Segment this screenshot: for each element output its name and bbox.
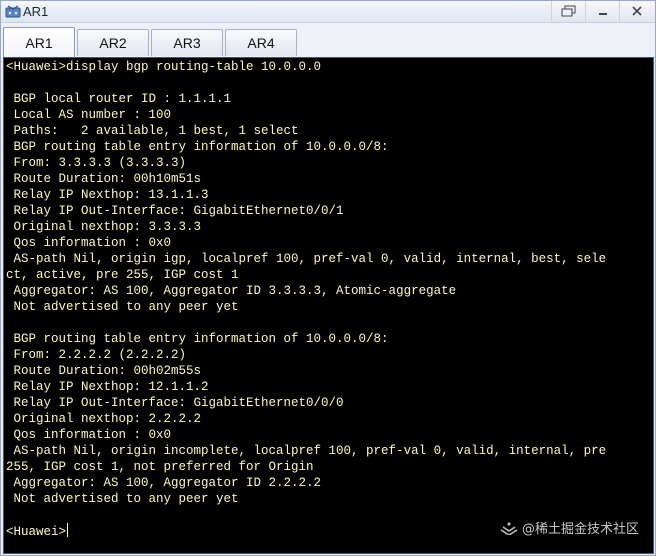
terminal-line: BGP routing table entry information of 1… (6, 332, 389, 346)
terminal-line: Relay IP Nexthop: 13.1.1.3 (6, 188, 209, 202)
text-cursor (67, 523, 69, 537)
terminal-line: Not advertised to any peer yet (6, 300, 239, 314)
tab-ar1[interactable]: AR1 (3, 27, 75, 57)
title-bar[interactable]: AR1 (1, 1, 655, 23)
restore-button[interactable] (551, 1, 585, 21)
terminal-line: Qos information : 0x0 (6, 236, 172, 250)
terminal-line: <Huawei>display bgp routing-table 10.0.0… (6, 60, 322, 74)
terminal-line: Relay IP Out-Interface: GigabitEthernet0… (6, 204, 344, 218)
close-button[interactable] (619, 1, 653, 21)
minimize-icon (598, 13, 607, 15)
terminal-line: ct, active, pre 255, IGP cost 1 (6, 268, 239, 282)
terminal-line: Paths: 2 available, 1 best, 1 select (6, 124, 299, 138)
watermark-text: @稀土掘金技术社区 (521, 522, 639, 537)
prompt-text: <Huawei> (6, 525, 67, 539)
tab-label: AR4 (247, 35, 275, 51)
terminal-line: 255, IGP cost 1, not preferred for Origi… (6, 460, 314, 474)
tab-ar3[interactable]: AR3 (151, 29, 223, 56)
terminal-console[interactable]: <Huawei>display bgp routing-table 10.0.0… (3, 57, 654, 554)
terminal-line: AS-path Nil, origin incomplete, localpre… (6, 444, 607, 458)
terminal-line: Original nexthop: 3.3.3.3 (6, 220, 202, 234)
window-controls (551, 1, 653, 21)
terminal-line: Relay IP Out-Interface: GigabitEthernet0… (6, 396, 344, 410)
terminal-line: Not advertised to any peer yet (6, 492, 239, 506)
router-app-icon (5, 5, 21, 18)
minimize-button[interactable] (585, 1, 619, 21)
tab-label: AR3 (173, 35, 201, 51)
terminal-line: From: 3.3.3.3 (3.3.3.3) (6, 156, 187, 170)
tab-ar2[interactable]: AR2 (77, 29, 149, 56)
close-icon (631, 6, 642, 16)
restore-icon (561, 5, 575, 17)
terminal-line: Aggregator: AS 100, Aggregator ID 2.2.2.… (6, 476, 322, 490)
terminal-line: BGP routing table entry information of 1… (6, 140, 389, 154)
terminal-line: Original nexthop: 2.2.2.2 (6, 412, 202, 426)
terminal-window: AR1 AR1 AR2 AR3 AR4 <Huawei>display bgp … (0, 0, 656, 556)
terminal-line: Route Duration: 00h02m55s (6, 364, 202, 378)
terminal-prompt-line[interactable]: <Huawei> (6, 523, 69, 540)
terminal-line: Local AS number : 100 (6, 108, 172, 122)
terminal-line: Aggregator: AS 100, Aggregator ID 3.3.3.… (6, 284, 457, 298)
tab-label: AR2 (99, 35, 127, 51)
tab-ar4[interactable]: AR4 (225, 29, 297, 56)
terminal-line: Route Duration: 00h10m51s (6, 172, 202, 186)
terminal-line: AS-path Nil, origin igp, localpref 100, … (6, 252, 607, 266)
terminal-line: From: 2.2.2.2 (2.2.2.2) (6, 348, 187, 362)
terminal-line: Relay IP Nexthop: 12.1.1.2 (6, 380, 209, 394)
tab-label: AR1 (25, 34, 53, 51)
session-tab-bar: AR1 AR2 AR3 AR4 (1, 23, 655, 57)
window-title: AR1 (23, 4, 49, 19)
juejin-logo-icon (500, 521, 518, 535)
terminal-line: BGP local router ID : 1.1.1.1 (6, 92, 232, 106)
watermark: @稀土掘金技术社区 (500, 518, 639, 537)
terminal-line: Qos information : 0x0 (6, 428, 172, 442)
